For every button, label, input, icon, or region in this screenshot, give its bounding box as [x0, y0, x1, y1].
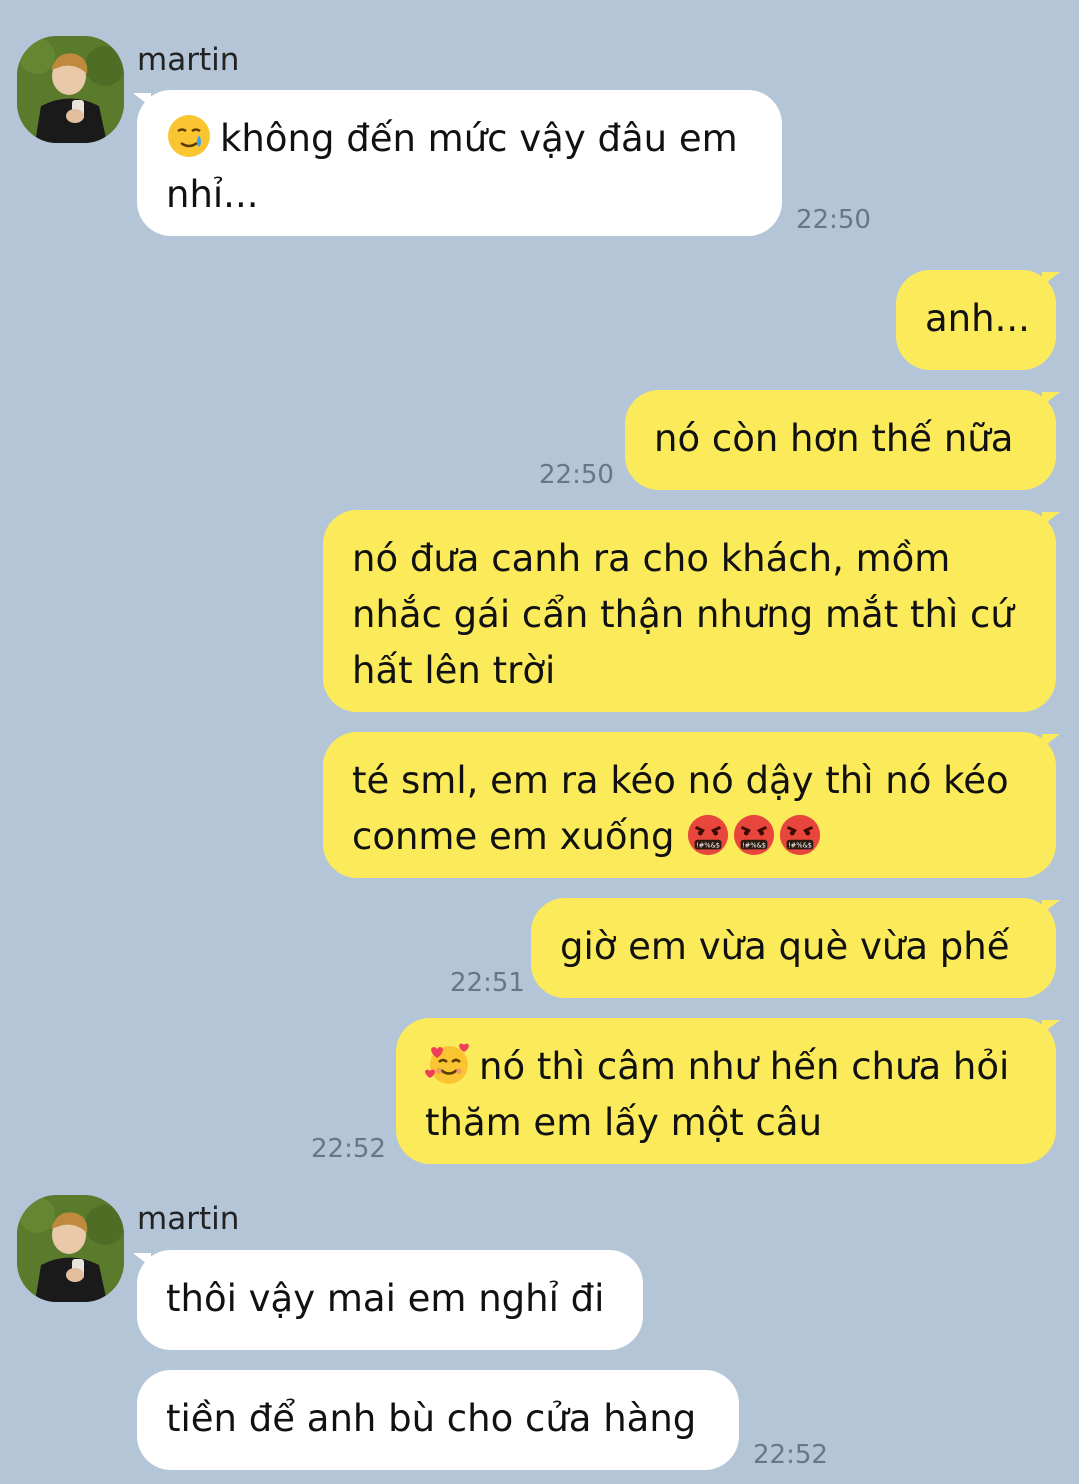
message-bubble-outgoing[interactable]: giờ em vừa què vừa phế — [531, 898, 1056, 998]
message-bubble-outgoing[interactable]: anh... — [896, 270, 1056, 370]
face-with-symbols-on-mouth-icon: !#%&$ — [780, 814, 821, 856]
message-text-line-2: conme em xuống — [352, 815, 675, 858]
message-text: nó thì câm như hến chưa hỏi thăm em lấy … — [425, 1045, 1010, 1144]
timestamp: 22:52 — [311, 1134, 386, 1164]
sender-name: martin — [137, 1201, 240, 1237]
smiling-face-with-tear-icon — [168, 115, 210, 157]
message-text: thôi vậy mai em nghỉ đi — [166, 1277, 605, 1320]
timestamp: 22:50 — [796, 205, 871, 235]
svg-text:!#%&$: !#%&$ — [788, 841, 812, 849]
message-text: giờ em vừa què vừa phế — [560, 925, 1010, 968]
avatar[interactable] — [17, 1195, 124, 1302]
message-text-line-1: té sml, em ra kéo nó dậy thì nó kéo — [352, 759, 1009, 802]
timestamp: 22:52 — [753, 1440, 828, 1470]
message-bubble-incoming[interactable]: không đến mức vậy đâu em nhỉ... — [137, 90, 782, 236]
face-with-symbols-on-mouth-icon: !#%&$ — [734, 814, 775, 856]
message-bubble-outgoing[interactable]: nó đưa canh ra cho khách, mồm nhắc gái c… — [323, 510, 1056, 712]
message-bubble-outgoing[interactable]: té sml, em ra kéo nó dậy thì nó kéo conm… — [323, 732, 1056, 878]
message-bubble-outgoing[interactable]: nó thì câm như hến chưa hỏi thăm em lấy … — [396, 1018, 1056, 1164]
message-bubble-outgoing[interactable]: nó còn hơn thế nữa — [625, 390, 1056, 490]
svg-text:!#%&$: !#%&$ — [696, 841, 720, 849]
svg-text:!#%&$: !#%&$ — [742, 841, 766, 849]
message-bubble-incoming[interactable]: thôi vậy mai em nghỉ đi — [137, 1250, 643, 1350]
message-text: không đến mức vậy đâu em nhỉ... — [166, 117, 738, 216]
message-text: anh... — [925, 297, 1030, 340]
timestamp: 22:51 — [450, 968, 525, 998]
message-text: nó còn hơn thế nữa — [654, 417, 1014, 460]
timestamp: 22:50 — [539, 460, 614, 490]
message-text: tiền để anh bù cho cửa hàng — [166, 1397, 697, 1440]
message-text: nó đưa canh ra cho khách, mồm nhắc gái c… — [352, 537, 1014, 692]
message-bubble-incoming[interactable]: tiền để anh bù cho cửa hàng — [137, 1370, 739, 1470]
avatar[interactable] — [17, 36, 124, 143]
smiling-face-with-hearts-icon — [425, 1043, 469, 1084]
sender-name: martin — [137, 42, 240, 78]
face-with-symbols-on-mouth-icon: !#%&$ — [688, 814, 729, 856]
emoji-group: !#%&$ !#%&$ !#%&$ — [686, 814, 824, 858]
